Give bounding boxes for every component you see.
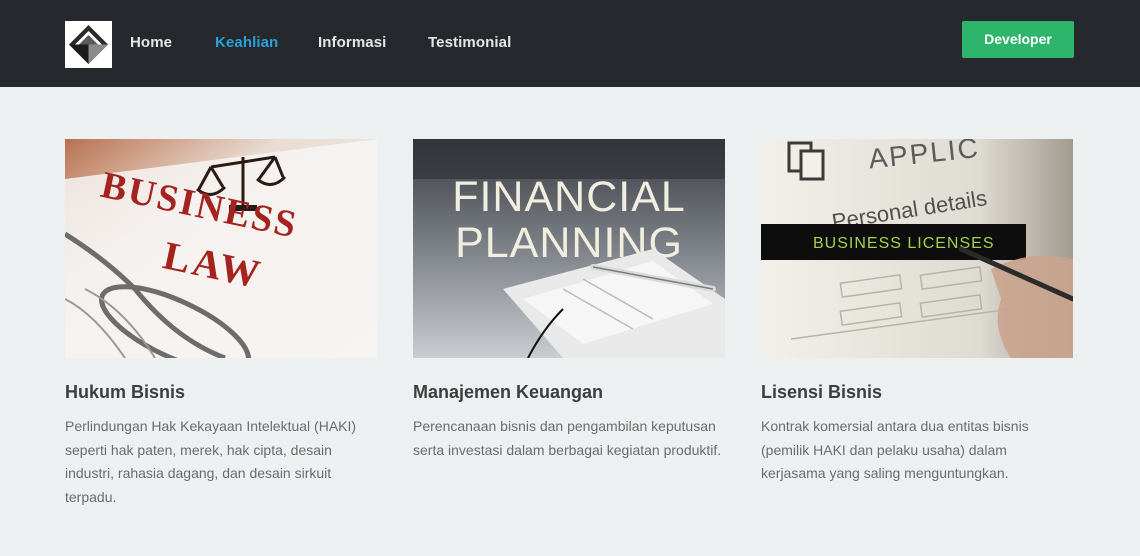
card-description: Perencanaan bisnis dan pengambilan keput…	[413, 418, 722, 458]
business-law-image: BUSINESS LAW	[65, 139, 377, 358]
card-description: Perlindungan Hak Kekayaan Intelektual (H…	[65, 418, 357, 505]
business-licenses-image: APPLIC Personal details BUSINESS LICENSE…	[761, 139, 1073, 358]
card-title: Lisensi Bisnis	[761, 382, 883, 402]
card-description: Kontrak komersial antara dua entitas bis…	[761, 418, 1029, 481]
brand-logo[interactable]	[65, 21, 112, 68]
card-title: Manajemen Keuangan	[413, 382, 604, 402]
developer-button[interactable]: Developer	[962, 21, 1074, 58]
image-text-financial: FINANCIAL	[452, 173, 686, 221]
logo-icon	[65, 21, 112, 68]
nav-link-testimonial[interactable]: Testimonial	[428, 34, 511, 51]
service-card-manajemen-keuangan: FINANCIAL PLANNING Manajemen Keuangan Pe…	[413, 139, 725, 462]
card-title: Hukum Bisnis	[65, 382, 186, 402]
nav-link-keahlian[interactable]: Keahlian	[215, 34, 278, 51]
navbar: Home Keahlian Informasi Testimonial Deve…	[0, 0, 1140, 87]
financial-planning-image: FINANCIAL PLANNING	[413, 139, 725, 358]
service-card-hukum-bisnis: BUSINESS LAW Hukum Bisnis Perlindungan H…	[65, 139, 377, 509]
nav-link-informasi[interactable]: Informasi	[318, 34, 386, 51]
nav-link-home[interactable]: Home	[130, 34, 172, 51]
service-card-lisensi-bisnis: APPLIC Personal details BUSINESS LICENSE…	[761, 139, 1073, 486]
